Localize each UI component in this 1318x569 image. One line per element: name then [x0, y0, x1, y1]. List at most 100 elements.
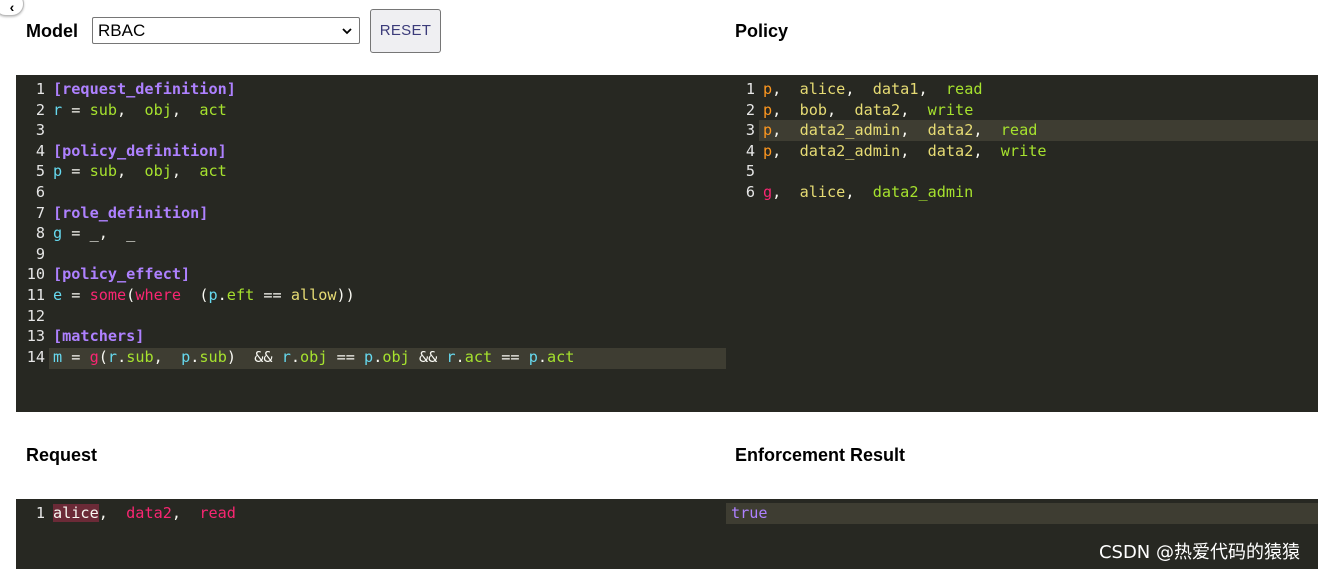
policy-token: data2_admin — [799, 121, 901, 140]
model-token: obj — [144, 162, 172, 181]
model-line-number: 1 — [35, 80, 45, 98]
model-token: . — [373, 347, 383, 366]
model-token: = — [62, 347, 90, 366]
model-token: , — [117, 162, 145, 181]
model-token: [policy_effect] — [53, 265, 191, 284]
policy-line-number: 4 — [745, 141, 755, 160]
policy-editor[interactable]: 1 p, alice, data1, read 2 p, bob, data2, wr… — [726, 75, 1318, 412]
model-token: . — [117, 347, 127, 366]
model-token: = — [62, 224, 90, 243]
policy-token: , — [772, 80, 800, 98]
model-token: == — [327, 347, 365, 366]
model-token: obj — [382, 347, 410, 366]
model-select[interactable]: RBAC — [92, 17, 360, 44]
model-token: )) — [336, 286, 355, 304]
model-token: where — [135, 286, 182, 304]
model-code-line: [request_definition] — [53, 79, 236, 100]
model-token: == — [254, 286, 291, 304]
request-token: read — [199, 504, 236, 522]
policy-token: , — [845, 183, 873, 201]
policy-token: data2 — [927, 141, 974, 160]
policy-code-line: p, data2_admin, data2, read — [763, 120, 1037, 141]
policy-code-line: p, data2_admin, data2, write — [763, 141, 1047, 162]
policy-line-number: 5 — [745, 162, 755, 181]
policy-token: g — [763, 183, 773, 201]
model-token: g — [53, 224, 63, 243]
model-code-line: g = _, _ — [53, 223, 135, 244]
model-token: , — [171, 100, 200, 119]
model-token: . — [455, 347, 465, 366]
request-token: alice — [53, 504, 99, 522]
result-value: true — [731, 504, 768, 522]
chevron-left-icon: ‹ — [9, 0, 15, 15]
model-token: act — [547, 347, 575, 366]
policy-line-number: 6 — [745, 183, 755, 201]
policy-token: bob — [799, 100, 828, 119]
model-token: = — [62, 100, 90, 119]
model-line-number: 11 — [26, 286, 45, 304]
chevron-down-icon — [341, 18, 353, 53]
model-code-line: m = g(r.sub, p.sub) && r.obj == p.obj &&… — [53, 347, 574, 368]
back-button[interactable]: ‹ — [0, 0, 24, 16]
model-code-line: r = sub, obj, act — [53, 100, 227, 121]
model-token: == — [492, 347, 529, 366]
request-token: , — [171, 504, 200, 522]
model-token: sub — [126, 347, 154, 366]
model-token: r — [107, 347, 118, 366]
model-token: obj — [300, 347, 328, 366]
policy-token: data1 — [872, 80, 919, 98]
policy-code-line: p, alice, data1, read — [763, 79, 982, 100]
watermark: CSDN @热爱代码的猿猿 — [1098, 542, 1300, 563]
model-select-value: RBAC — [98, 21, 146, 40]
model-token: act — [199, 100, 227, 119]
model-token: && — [409, 347, 447, 366]
policy-token: , — [900, 141, 928, 160]
model-line-number: 7 — [35, 203, 45, 222]
policy-token: , — [900, 100, 928, 119]
policy-token: p — [763, 100, 773, 119]
model-token: sub — [89, 162, 118, 181]
model-token: g — [89, 347, 99, 366]
policy-token: data2 — [927, 121, 974, 140]
policy-token: data2 — [854, 100, 901, 119]
policy-token: , — [772, 183, 800, 201]
policy-token: write — [927, 100, 974, 119]
model-line-number: 3 — [35, 121, 45, 140]
policy-token: , — [973, 141, 1001, 160]
model-line-number: 14 — [26, 347, 45, 366]
model-line-number: 6 — [35, 183, 45, 201]
policy-token: , — [772, 141, 800, 160]
model-editor[interactable]: 1 [request_definition] 2 r = sub, obj, act 3… — [16, 75, 726, 412]
model-token: e — [53, 286, 63, 304]
model-token: . — [217, 286, 227, 304]
model-token: r — [53, 100, 63, 119]
request-editor[interactable]: 1 alice, data2, read — [16, 499, 726, 569]
policy-token: write — [1000, 141, 1047, 160]
request-label: Request — [26, 445, 98, 465]
model-token: m — [53, 347, 63, 366]
policy-token: , — [900, 121, 928, 140]
model-token: sub — [89, 100, 118, 119]
policy-token: p — [763, 80, 773, 98]
policy-token: p — [763, 121, 773, 140]
model-token: ( — [181, 286, 209, 304]
model-line-number: 5 — [35, 162, 45, 181]
model-token: ( — [126, 286, 136, 304]
model-token: p — [181, 347, 191, 366]
policy-token: read — [1000, 121, 1038, 140]
model-token: some — [89, 286, 127, 304]
request-code-line: alice, data2, read — [53, 503, 236, 524]
model-code-line: p = sub, obj, act — [53, 161, 227, 182]
policy-token: , — [918, 80, 946, 98]
model-token: ( — [98, 347, 108, 366]
reset-button[interactable]: RESET — [370, 9, 441, 53]
policy-token: alice — [799, 183, 846, 201]
policy-token: , — [772, 100, 800, 119]
policy-line-number: 2 — [745, 100, 755, 119]
policy-token: data2_admin — [872, 183, 974, 201]
model-token: [request_definition] — [53, 80, 236, 98]
model-token: _, _ — [89, 224, 136, 243]
model-token: p — [53, 162, 63, 181]
policy-code-line: g, alice, data2_admin — [763, 182, 973, 203]
model-code-line: [policy_definition] — [53, 141, 227, 162]
